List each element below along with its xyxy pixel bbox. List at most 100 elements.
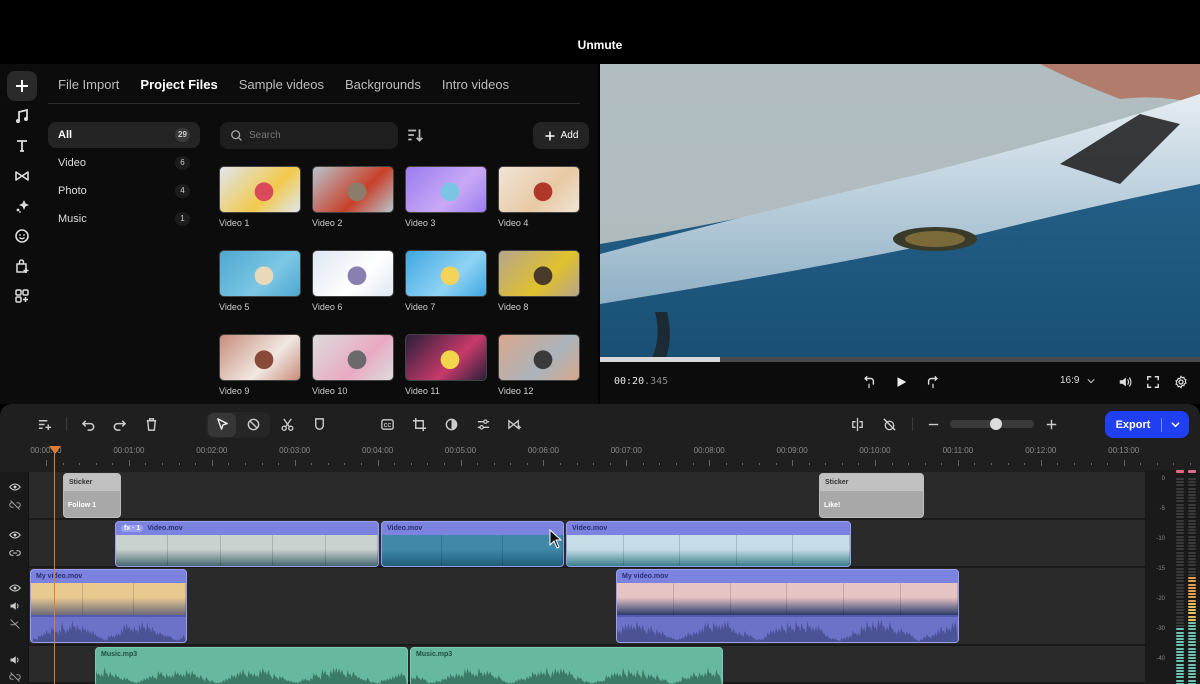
meter-segment (1188, 558, 1196, 560)
rail-transitions-button[interactable] (7, 161, 37, 191)
zoom-in-button[interactable] (1041, 414, 1061, 434)
rail-effects-button[interactable] (7, 191, 37, 221)
tab-project-files[interactable]: Project Files (140, 76, 217, 94)
media-item[interactable]: Video 6 (312, 250, 394, 312)
music-clip[interactable]: Music.mp3 (95, 647, 408, 684)
meter-segment (1176, 638, 1184, 640)
magnet-tool-button[interactable] (243, 414, 263, 434)
ruler-label: 00:13:00 (1108, 446, 1140, 455)
media-item[interactable]: Video 2 (312, 166, 394, 228)
add-track-button[interactable] (34, 414, 54, 434)
category-all[interactable]: All 29 (48, 122, 200, 148)
crop-button[interactable] (409, 414, 429, 434)
visibility-toggle[interactable] (8, 581, 22, 595)
play-button[interactable] (892, 373, 910, 391)
search-input[interactable] (249, 130, 389, 141)
lock-toggle[interactable] (8, 498, 22, 512)
export-button[interactable]: Export (1105, 411, 1189, 438)
meter-segment (1188, 663, 1196, 666)
mute-toggle[interactable] (8, 653, 22, 667)
zoom-slider[interactable] (950, 418, 1034, 430)
zoom-out-button[interactable] (923, 414, 943, 434)
tab-file-import[interactable]: File Import (58, 76, 119, 94)
meter-segment (1188, 526, 1196, 528)
media-item[interactable]: Video 9 (219, 334, 301, 396)
aspect-ratio-select[interactable]: 16:9 (1060, 375, 1096, 386)
meter-segment (1176, 580, 1184, 583)
adjust-button[interactable] (473, 414, 493, 434)
zoom-slider-handle[interactable] (990, 418, 1003, 430)
tab-backgrounds[interactable]: Backgrounds (345, 76, 421, 94)
export-options-button[interactable] (1162, 420, 1189, 429)
unmute-button[interactable]: Unmute (570, 38, 630, 58)
volume-button[interactable] (1116, 373, 1134, 391)
rail-stickers-button[interactable] (7, 221, 37, 251)
ruler-tick (991, 463, 993, 465)
captions-button[interactable]: CC (377, 414, 397, 434)
rail-text-button[interactable] (7, 131, 37, 161)
undo-button[interactable] (78, 414, 98, 434)
split-button[interactable] (277, 414, 297, 434)
music-clip[interactable]: Music.mp3 (410, 647, 723, 684)
rewind-button[interactable] (860, 373, 878, 391)
media-item[interactable]: Video 4 (498, 166, 580, 228)
color-adjust-button[interactable] (441, 414, 461, 434)
playhead-handle[interactable] (49, 446, 61, 454)
clip-frame (168, 535, 221, 566)
redo-button[interactable] (109, 414, 129, 434)
fx-badge[interactable]: fx · 1 (121, 525, 144, 532)
sticker-clip[interactable]: Sticker Follow 1 (63, 473, 121, 518)
sticker-clip[interactable]: Sticker Like! (819, 473, 924, 518)
rail-apps-button[interactable] (7, 281, 37, 311)
tab-intro-videos[interactable]: Intro videos (442, 76, 509, 94)
mute-toggle[interactable] (8, 599, 22, 613)
meter-segment (1188, 538, 1196, 541)
add-button[interactable]: Add (533, 122, 589, 149)
forward-button[interactable] (924, 373, 942, 391)
video-preview[interactable] (600, 64, 1200, 359)
playhead[interactable] (54, 446, 55, 684)
lock-toggle[interactable] (8, 670, 22, 684)
category-video[interactable]: Video 6 (48, 150, 200, 176)
clip-title: Music.mp3 (416, 651, 453, 658)
media-item[interactable]: Video 12 (498, 334, 580, 396)
clip-frame (325, 535, 378, 566)
sparkle-icon (16, 200, 29, 213)
media-item[interactable]: Video 7 (405, 250, 487, 312)
media-item[interactable]: Video 11 (405, 334, 487, 396)
rail-add-media-button[interactable] (7, 71, 37, 101)
main-video-clip[interactable]: My video.mov (616, 569, 959, 643)
media-item[interactable]: Video 8 (498, 250, 580, 312)
media-item[interactable]: Video 3 (405, 166, 487, 228)
link-toggle[interactable] (8, 617, 22, 631)
video-clip[interactable]: fx · 1 Video.mov (115, 521, 379, 567)
fullscreen-button[interactable] (1144, 373, 1162, 391)
visibility-toggle[interactable] (8, 480, 22, 494)
video-clip[interactable]: Video.mov (566, 521, 851, 567)
tab-sample-videos[interactable]: Sample videos (239, 76, 324, 94)
top-bar: Unmute (0, 0, 1200, 64)
video-clip[interactable]: Video.mov (381, 521, 564, 567)
clip-frame (442, 535, 503, 566)
media-item[interactable]: Video 5 (219, 250, 301, 312)
time-ruler[interactable]: 00:00:00 00:01:00 00:02:00 00:03:00 00:04:00… (0, 444, 1192, 472)
detach-audio-button[interactable] (847, 414, 867, 434)
mask-button[interactable] (309, 414, 329, 434)
rail-store-button[interactable] (7, 251, 37, 281)
audio-level-meter: 0 -5 -10 -15 -20 -30 -40 (1145, 470, 1200, 684)
transition-button[interactable] (504, 414, 524, 434)
media-item[interactable]: Video 10 (312, 334, 394, 396)
settings-button[interactable] (1172, 373, 1190, 391)
media-item[interactable]: Video 1 (219, 166, 301, 228)
category-music[interactable]: Music 1 (48, 206, 200, 232)
visibility-toggle[interactable] (8, 528, 22, 542)
sort-button[interactable] (406, 126, 424, 144)
snap-off-button[interactable] (879, 414, 899, 434)
link-toggle[interactable] (8, 546, 22, 560)
select-tool-button[interactable] (212, 414, 232, 434)
rail-audio-button[interactable] (7, 101, 37, 131)
category-photo[interactable]: Photo 4 (48, 178, 200, 204)
speaker-icon (10, 656, 19, 664)
delete-button[interactable] (141, 414, 161, 434)
category-count: 4 (175, 184, 190, 198)
